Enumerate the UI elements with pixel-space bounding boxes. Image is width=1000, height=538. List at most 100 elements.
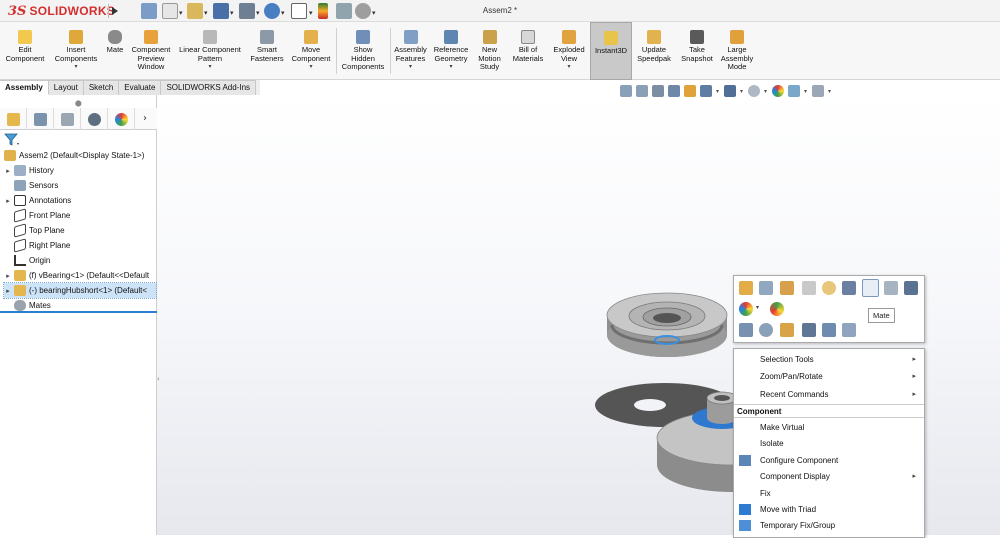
tree-node-vbearing[interactable]: ▸ (f) vBearing<1> (Default<<Default: [4, 268, 156, 283]
tree-node-root[interactable]: Assem2 (Default<Display State-1>): [2, 148, 156, 163]
view-settings-icon[interactable]: [812, 85, 824, 97]
isolate-icon[interactable]: [780, 323, 794, 337]
menu-item-configure-component[interactable]: Configure Component: [734, 452, 924, 468]
zoom-to-area-icon[interactable]: [636, 85, 648, 97]
exploded-view-button[interactable]: Exploded View ▾: [549, 22, 589, 80]
menu-item-isolate[interactable]: Isolate: [734, 435, 924, 451]
view-orientation-dropdown-icon[interactable]: ▾: [716, 88, 720, 95]
update-speedpak-button[interactable]: Update Speedpak: [634, 22, 674, 80]
view-settings-dropdown-icon[interactable]: ▾: [828, 88, 832, 95]
assembly-features-button[interactable]: Assembly Features ▾: [392, 22, 429, 80]
menu-item-temporary-fix-group[interactable]: Temporary Fix/Group: [734, 517, 924, 533]
tree-node-bearinghubshort[interactable]: ▸ (-) bearingHubshort<1> (Default<: [3, 282, 157, 299]
appearance-dropdown-icon[interactable]: ▾: [756, 304, 762, 312]
tree-node-origin[interactable]: Origin: [4, 253, 156, 268]
zoom-to-selection-icon[interactable]: [739, 323, 753, 337]
scene-dropdown-icon[interactable]: ▾: [804, 88, 808, 95]
change-transparency-icon[interactable]: [770, 302, 784, 316]
menu-item-recent-commands[interactable]: Recent Commands ▸: [734, 386, 924, 402]
view-orientation-icon[interactable]: [822, 323, 836, 337]
filter-icon[interactable]: [4, 133, 20, 147]
move-component-button[interactable]: Move Component ▾: [288, 22, 334, 80]
apply-scene-icon[interactable]: [788, 85, 800, 97]
tab-sketch[interactable]: Sketch: [83, 80, 120, 95]
menu-item-selection-tools[interactable]: Selection Tools ▸: [734, 351, 924, 367]
expand-arrow-icon[interactable]: ▸: [4, 197, 12, 205]
normal-to-icon[interactable]: [802, 323, 816, 337]
show-hidden-components-button[interactable]: Show Hidden Components: [338, 22, 388, 80]
expand-arrow-icon[interactable]: ▸: [4, 287, 12, 295]
more-tabs-icon[interactable]: ›: [143, 113, 147, 124]
history-icon: [14, 165, 26, 176]
camera-icon: [690, 30, 704, 44]
propertymanager-icon: [33, 112, 47, 126]
smart-fasteners-button[interactable]: Smart Fasteners: [246, 22, 288, 80]
previous-view-icon[interactable]: [652, 85, 664, 97]
hide-component-icon[interactable]: [802, 281, 816, 295]
hide-show-items-icon[interactable]: [748, 85, 760, 97]
reorder-icon[interactable]: [842, 281, 856, 295]
configurationmanager-tab[interactable]: [54, 108, 81, 130]
tab-assembly[interactable]: Assembly: [0, 80, 49, 95]
large-assembly-mode-button[interactable]: Large Assembly Mode: [718, 22, 756, 80]
featuremanager-tab[interactable]: [0, 108, 27, 130]
insert-components-button[interactable]: Insert Components ▾: [50, 22, 102, 80]
propertymanager-tab[interactable]: [27, 108, 54, 130]
part-icon: [14, 285, 26, 296]
tab-layout[interactable]: Layout: [48, 80, 84, 95]
appearance-icon[interactable]: [739, 302, 753, 316]
tab-solidworks-add-ins[interactable]: SOLIDWORKS Add-Ins: [161, 80, 257, 95]
display-style-icon[interactable]: [724, 85, 736, 97]
tree-node-right-plane[interactable]: Right Plane: [4, 238, 156, 253]
component-list-icon[interactable]: [904, 281, 918, 295]
insert-components-icon: [69, 30, 83, 44]
part-icon: [14, 270, 26, 281]
tab-evaluate[interactable]: Evaluate: [119, 80, 162, 95]
tree-node-history[interactable]: ▸ History: [4, 163, 156, 178]
edit-part-icon[interactable]: [759, 281, 773, 295]
menu-item-move-with-triad[interactable]: Move with Triad: [734, 501, 924, 517]
view-mates-icon[interactable]: [884, 281, 898, 295]
show-hidden-icon: [356, 30, 370, 44]
take-snapshot-button[interactable]: Take Snapshot: [677, 22, 717, 80]
menu-item-component-display[interactable]: Component Display ▸: [734, 468, 924, 484]
sensors-icon: [14, 180, 26, 191]
new-motion-study-button[interactable]: New Motion Study: [473, 22, 506, 80]
mate-tool-icon[interactable]: [862, 279, 879, 297]
displaymanager-tab[interactable]: [108, 108, 135, 130]
zoom-to-fit-icon[interactable]: [620, 85, 632, 97]
tree-node-top-plane[interactable]: Top Plane: [4, 223, 156, 238]
menu-item-zoom-pan-rotate[interactable]: Zoom/Pan/Rotate ▸: [734, 368, 924, 384]
open-part-icon[interactable]: [739, 281, 753, 295]
dimxpert-tab[interactable]: [81, 108, 108, 130]
mate-button[interactable]: Mate: [102, 22, 128, 80]
component-properties-icon[interactable]: [780, 281, 794, 295]
view-orientation-icon[interactable]: [700, 85, 712, 97]
dynamic-annotation-icon[interactable]: [684, 85, 696, 97]
menu-item-fix[interactable]: Fix: [734, 485, 924, 501]
expand-arrow-icon[interactable]: ▸: [4, 167, 12, 175]
menu-item-make-virtual[interactable]: Make Virtual: [734, 419, 924, 435]
zoom-icon[interactable]: [759, 323, 773, 337]
suppress-icon[interactable]: [822, 281, 836, 295]
expand-arrow-icon[interactable]: ▸: [4, 272, 12, 280]
reference-geometry-button[interactable]: Reference Geometry ▾: [430, 22, 472, 80]
plane-icon: [14, 208, 26, 223]
panel-grip-icon[interactable]: ⬤: [75, 100, 82, 107]
display-pane-icon[interactable]: [842, 323, 856, 337]
hide-show-dropdown-icon[interactable]: ▾: [764, 88, 768, 95]
edit-appearance-icon[interactable]: [772, 85, 784, 97]
linear-component-pattern-button[interactable]: Linear Component Pattern ▾: [175, 22, 245, 80]
tree-node-annotations[interactable]: ▸ Annotations: [4, 193, 156, 208]
panel-collapse-handle[interactable]: ‹: [157, 375, 163, 389]
edit-component-button[interactable]: Edit Component: [2, 22, 48, 80]
instant3d-button[interactable]: Instant3D: [590, 22, 632, 80]
tree-end-marker: [0, 311, 157, 313]
section-view-icon[interactable]: [668, 85, 680, 97]
assembly-icon: [4, 150, 16, 161]
tree-node-sensors[interactable]: Sensors: [4, 178, 156, 193]
component-preview-window-button[interactable]: Component Preview Window: [128, 22, 174, 80]
display-style-dropdown-icon[interactable]: ▾: [740, 88, 744, 95]
bill-of-materials-button[interactable]: Bill of Materials: [508, 22, 548, 80]
tree-node-front-plane[interactable]: Front Plane: [4, 208, 156, 223]
